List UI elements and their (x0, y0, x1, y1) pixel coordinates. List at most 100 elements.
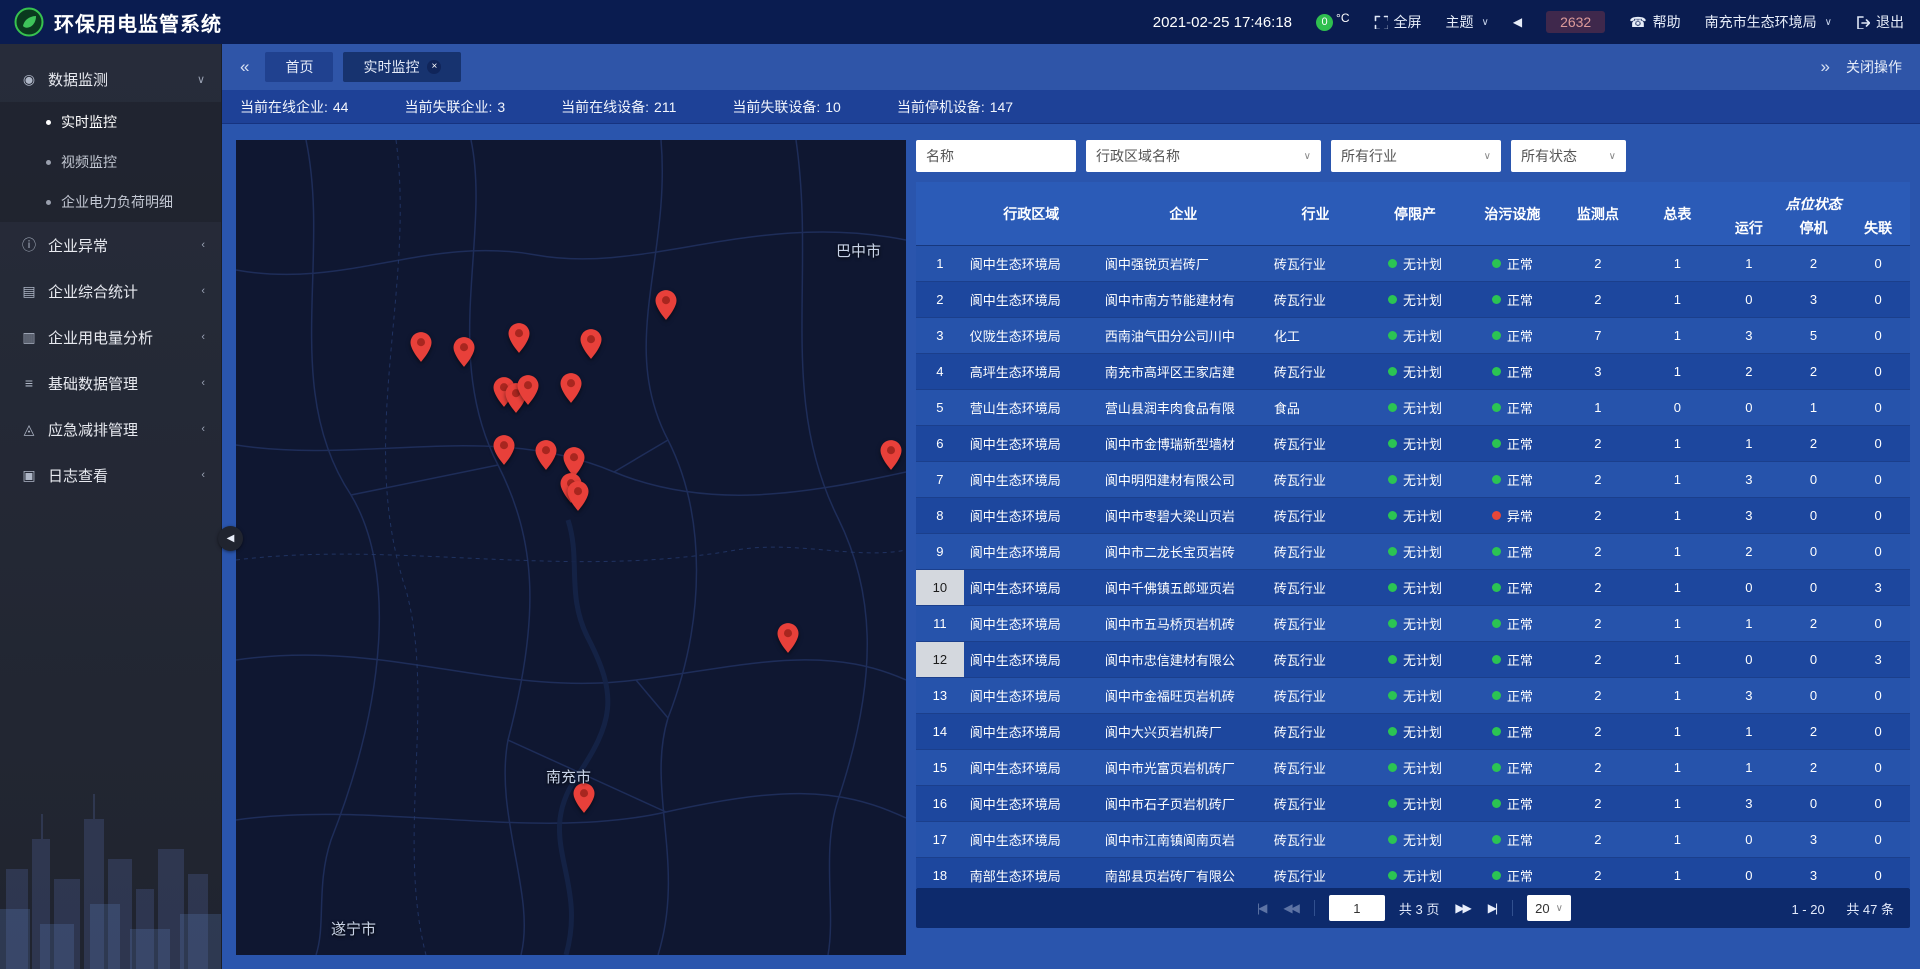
status-dot-icon (1492, 655, 1501, 664)
enterprise-table: 行政区域 企业 行业 停限产 治污设施 监测点 总表 点位状态 运行 停机 失联 (916, 182, 1910, 888)
table-row[interactable]: 14 阆中生态环境局 阆中大兴页岩机砖厂 砖瓦行业 无计划 (916, 714, 1910, 750)
row-number: 9 (916, 534, 964, 569)
stop-plan-text: 无计划 (1403, 542, 1442, 561)
map-collapse-button[interactable]: ◀ (218, 526, 243, 551)
tab-realtime-monitoring[interactable]: 实时监控 × (343, 52, 461, 82)
fullscreen-button[interactable]: 全屏 (1374, 12, 1422, 32)
prev-page-button[interactable]: ◀◀ (1281, 901, 1299, 915)
cell-region: 阆中生态环境局 (964, 714, 1099, 749)
tabs-scroll-left-button[interactable]: « (234, 57, 255, 77)
cell-facility: 正常 (1467, 858, 1558, 888)
status-dot-icon (1492, 547, 1501, 556)
stop-plan-text: 无计划 (1403, 866, 1442, 885)
tabs-scroll-right-button[interactable]: » (1815, 57, 1836, 77)
sidebar-item-emergency-reduction[interactable]: ◬ 应急减排管理 ‹ (0, 406, 221, 452)
region-filter-select[interactable]: 行政区域名称 ∨ (1086, 140, 1321, 172)
table-row[interactable]: 1 阆中生态环境局 阆中强锐页岩砖厂 砖瓦行业 无计划 (916, 246, 1910, 282)
table-row[interactable]: 18 南部生态环境局 南部县页岩砖厂有限公 砖瓦行业 无计划 (916, 858, 1910, 888)
page-size-select[interactable]: 20 ∨ (1527, 895, 1571, 921)
table-row[interactable]: 16 阆中生态环境局 阆中市石子页岩机砖厂 砖瓦行业 无计划 (916, 786, 1910, 822)
cell-lost-count: 0 (1846, 426, 1910, 461)
table-row[interactable]: 9 阆中生态环境局 阆中市二龙长宝页岩砖 砖瓦行业 无计划 (916, 534, 1910, 570)
cell-region: 营山生态环境局 (964, 390, 1099, 425)
cell-facility: 正常 (1467, 390, 1558, 425)
first-page-button[interactable]: |◀ (1255, 901, 1267, 915)
status-dot-icon (1492, 511, 1501, 520)
sidebar-item-log-view[interactable]: ▣ 日志查看 ‹ (0, 452, 221, 498)
org-dropdown[interactable]: 南充市生态环境局 ∨ (1705, 12, 1832, 32)
alert-count-badge[interactable]: 2632 (1546, 11, 1605, 33)
cell-region: 阆中生态环境局 (964, 822, 1099, 857)
cell-industry: 砖瓦行业 (1268, 426, 1363, 461)
status-filter-select[interactable]: 所有状态 ∨ (1511, 140, 1626, 172)
table-row[interactable]: 13 阆中生态环境局 阆中市金福旺页岩机砖 砖瓦行业 无计划 (916, 678, 1910, 714)
last-page-button[interactable]: ▶| (1486, 901, 1498, 915)
cell-lost-count: 0 (1846, 606, 1910, 641)
close-operations-button[interactable]: 关闭操作 (1846, 57, 1902, 77)
cell-facility: 正常 (1467, 462, 1558, 497)
table-row[interactable]: 6 阆中生态环境局 阆中市金博瑞新型墙材 砖瓦行业 无计划 (916, 426, 1910, 462)
sidebar-item-power-analysis[interactable]: ▥ 企业用电量分析 ‹ (0, 314, 221, 360)
table-row[interactable]: 8 阆中生态环境局 阆中市枣碧大梁山页岩 砖瓦行业 无计划 (916, 498, 1910, 534)
close-icon[interactable]: × (427, 60, 441, 74)
header-actions: 2021-02-25 17:46:18 0 °C 全屏 主题 ∨ ◀ 2632 … (1153, 11, 1920, 33)
tab-home[interactable]: 首页 (265, 52, 333, 82)
cell-run-count: 2 (1717, 354, 1781, 389)
col-header-lost: 失联 (1846, 216, 1910, 246)
cell-meter-count: 1 (1638, 318, 1718, 353)
sidebar-subitem[interactable]: 视频监控 (0, 142, 221, 182)
stat-value: 10 (825, 99, 841, 115)
cell-company: 西南油气田分公司川中 (1099, 318, 1268, 353)
tab-home-label: 首页 (285, 57, 313, 77)
cell-region: 南部生态环境局 (964, 858, 1099, 888)
table-row[interactable]: 11 阆中生态环境局 阆中市五马桥页岩机砖 砖瓦行业 无计划 (916, 606, 1910, 642)
stat-value: 147 (990, 99, 1013, 115)
total-pages-label: 共 3 页 (1399, 899, 1439, 918)
map-panel[interactable]: 巴中市 南充市 遂宁市 (236, 140, 906, 955)
cell-meter-count: 1 (1638, 786, 1718, 821)
sidebar-subitem[interactable]: 企业电力负荷明细 (0, 182, 221, 222)
cell-stop-plan: 无计划 (1363, 462, 1466, 497)
industry-filter-select[interactable]: 所有行业 ∨ (1331, 140, 1501, 172)
cell-meter-count: 1 (1638, 858, 1718, 888)
chevron-down-icon: ∨ (1825, 17, 1832, 28)
stop-plan-text: 无计划 (1403, 506, 1442, 525)
sidebar-item-data-monitoring[interactable]: ◉ 数据监测 ∨ (0, 56, 221, 102)
table-row[interactable]: 10 阆中生态环境局 阆中千佛镇五郎垭页岩 砖瓦行业 无计划 (916, 570, 1910, 606)
cell-index: 3 (916, 318, 964, 353)
stop-plan-text: 无计划 (1403, 362, 1442, 381)
next-page-button[interactable]: ▶▶ (1453, 901, 1471, 915)
cell-industry: 砖瓦行业 (1268, 282, 1363, 317)
status-dot-icon (1388, 583, 1397, 592)
sidebar-subitem[interactable]: 实时监控 (0, 102, 221, 142)
table-row[interactable]: 12 阆中生态环境局 阆中市忠信建材有限公 砖瓦行业 无计划 (916, 642, 1910, 678)
theme-dropdown[interactable]: 主题 ∨ (1446, 12, 1489, 32)
cell-index: 14 (916, 714, 964, 749)
status-dot-icon (1388, 655, 1397, 664)
sidebar-item-enterprise-statistics[interactable]: ▤ 企业综合统计 ‹ (0, 268, 221, 314)
cell-company: 南部县页岩砖厂有限公 (1099, 858, 1268, 888)
stop-plan-text: 无计划 (1403, 830, 1442, 849)
table-row[interactable]: 2 阆中生态环境局 阆中市南方节能建材有 砖瓦行业 无计划 (916, 282, 1910, 318)
cell-monitor-count: 2 (1558, 498, 1638, 533)
help-button[interactable]: ☎ 帮助 (1629, 12, 1680, 32)
row-number: 7 (916, 462, 964, 497)
sidebar-item-base-data[interactable]: ≡ 基础数据管理 ‹ (0, 360, 221, 406)
cell-index: 17 (916, 822, 964, 857)
stat-value: 211 (654, 99, 676, 115)
table-row[interactable]: 3 仪陇生态环境局 西南油气田分公司川中 化工 无计划 (916, 318, 1910, 354)
cell-lost-count: 0 (1846, 750, 1910, 785)
table-row[interactable]: 4 高坪生态环境局 南充市高坪区王家店建 砖瓦行业 无计划 (916, 354, 1910, 390)
name-filter-input[interactable] (916, 140, 1076, 172)
sidebar-item-enterprise-anomaly[interactable]: ⓘ 企业异常 ‹ (0, 222, 221, 268)
fullscreen-label: 全屏 (1394, 12, 1422, 32)
table-row[interactable]: 5 营山生态环境局 营山县润丰肉食品有限 食品 无计划 (916, 390, 1910, 426)
table-row[interactable]: 15 阆中生态环境局 阆中市光富页岩机砖厂 砖瓦行业 无计划 (916, 750, 1910, 786)
app-root: 环保用电监管系统 2021-02-25 17:46:18 0 °C 全屏 主题 … (0, 0, 1920, 969)
speaker-icon[interactable]: ◀ (1513, 15, 1522, 29)
table-row[interactable]: 7 阆中生态环境局 阆中明阳建材有限公司 砖瓦行业 无计划 (916, 462, 1910, 498)
table-header: 行政区域 企业 行业 停限产 治污设施 监测点 总表 点位状态 运行 停机 失联 (916, 182, 1910, 246)
logout-button[interactable]: 退出 (1856, 12, 1904, 32)
table-row[interactable]: 17 阆中生态环境局 阆中市江南镇阆南页岩 砖瓦行业 无计划 (916, 822, 1910, 858)
page-number-input[interactable] (1329, 895, 1385, 921)
